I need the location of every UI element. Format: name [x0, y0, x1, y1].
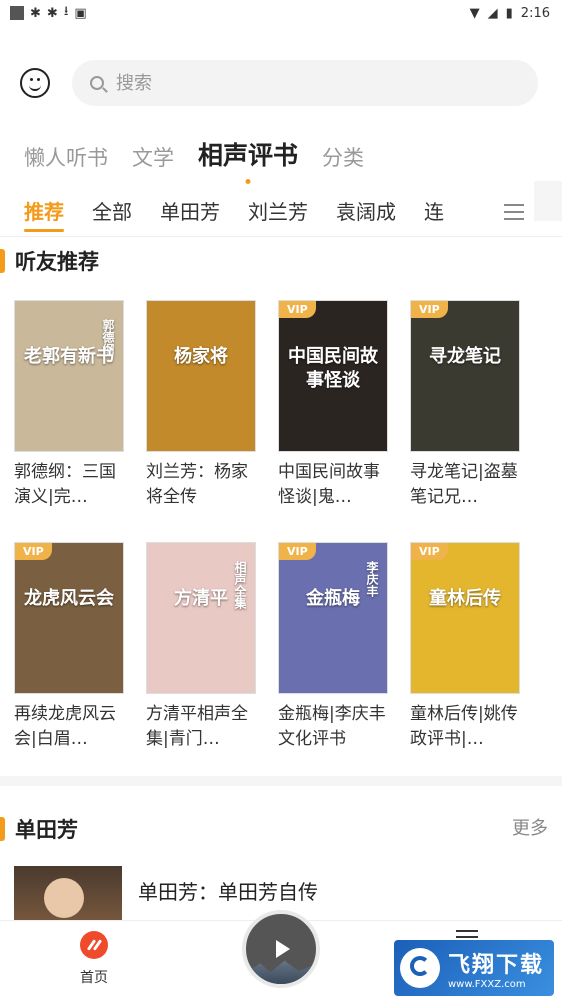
book-card[interactable]: VIP 中国民间故事怪谈中国民间故事怪谈|鬼… — [278, 300, 388, 510]
book-title[interactable]: 童林后传|姚传政评书|… — [410, 702, 522, 752]
watermark-text: 飞翔下载 — [448, 952, 545, 978]
nav-home-label: 首页 — [80, 970, 108, 986]
subtab-recommend[interactable]: 推荐 — [24, 196, 64, 232]
section-divider — [0, 776, 562, 786]
section-header-recommend: 听友推荐 — [0, 246, 99, 276]
book-cover[interactable]: VIP 寻龙笔记 — [410, 300, 520, 452]
cover-title: 老郭有新书 — [24, 346, 114, 367]
book-cover[interactable]: 郭德纲 老郭有新书 — [14, 300, 124, 452]
book-cover[interactable]: 相声全集 方清平 — [146, 542, 256, 694]
book-card[interactable]: 杨家将刘兰芳：杨家将全传 — [146, 300, 256, 510]
cover-title: 杨家将 — [174, 346, 228, 367]
subtab-liulanfang[interactable]: 刘兰芳 — [248, 196, 308, 225]
status-notifications: ✱ ✱ ⭳ ▣ — [0, 2, 87, 24]
watermark: 飞翔下载 www.FXXZ.com — [394, 940, 554, 996]
cover-title: 方清平 — [174, 588, 228, 609]
book-title[interactable]: 刘兰芳：杨家将全传 — [146, 460, 258, 510]
search-icon — [90, 76, 104, 90]
battery-icon: ▮ — [505, 5, 513, 21]
home-icon — [80, 931, 108, 959]
cover-title: 寻龙笔记 — [429, 346, 501, 367]
book-card[interactable]: VIP 童林后传童林后传|姚传政评书|… — [410, 542, 520, 752]
signal-icon: ◢ — [487, 5, 498, 21]
status-system: ▼ ◢ ▮ 2:16 — [470, 6, 562, 21]
list-item-title[interactable]: 单田芳：单田芳自传 — [138, 876, 318, 905]
tab-literature[interactable]: 文学 — [132, 142, 174, 172]
book-cover[interactable]: VIP 龙虎风云会 — [14, 542, 124, 694]
subtab-lian[interactable]: 连 — [424, 196, 444, 225]
subtab-all[interactable]: 全部 — [92, 196, 132, 225]
list-item-cover[interactable] — [14, 866, 122, 926]
search-bar[interactable] — [72, 60, 538, 106]
watermark-logo — [400, 948, 440, 988]
cover-title: 中国民间故事怪谈 — [288, 346, 378, 391]
menu-icon[interactable] — [496, 192, 532, 232]
book-title[interactable]: 金瓶梅|李庆丰文化评书 — [278, 702, 390, 752]
section-title: 听友推荐 — [15, 250, 99, 274]
watermark-url: www.FXXZ.com — [448, 978, 526, 990]
book-title[interactable]: 中国民间故事怪谈|鬼… — [278, 460, 390, 510]
status-bar: ✱ ✱ ⭳ ▣ ▼ ◢ ▮ 2:16 — [0, 0, 562, 26]
book-cover[interactable]: VIP 中国民间故事怪谈 — [278, 300, 388, 452]
divider — [0, 236, 562, 237]
profile-smiley-icon[interactable] — [20, 68, 50, 98]
search-input[interactable] — [114, 71, 498, 95]
cover-title: 龙虎风云会 — [24, 588, 114, 609]
search-row — [0, 60, 562, 106]
book-title[interactable]: 方清平相声全集|青门… — [146, 702, 258, 752]
book-title[interactable]: 寻龙笔记|盗墓笔记兄… — [410, 460, 522, 510]
tab-lanren[interactable]: 懒人听书 — [24, 142, 108, 172]
bug-icon-2: ✱ — [46, 5, 58, 21]
tab-crosstalk[interactable]: 相声评书 — [198, 136, 298, 172]
sub-tabs: 推荐 全部 单田芳 刘兰芳 袁阔成 连 — [0, 192, 562, 232]
vip-badge: VIP — [15, 543, 52, 560]
book-card[interactable]: VIP 李庆丰 金瓶梅金瓶梅|李庆丰文化评书 — [278, 542, 388, 752]
subtab-yuankuocheng[interactable]: 袁阔成 — [336, 196, 396, 225]
subtab-shantianfang[interactable]: 单田芳 — [160, 196, 220, 225]
book-card[interactable]: 相声全集 方清平方清平相声全集|青门… — [146, 542, 256, 752]
section-title: 单田芳 — [15, 818, 78, 842]
book-cover[interactable]: VIP 童林后传 — [410, 542, 520, 694]
book-title[interactable]: 郭德纲：三国演义|完… — [14, 460, 126, 510]
bug-icon: ✱ — [30, 5, 41, 21]
book-cover[interactable]: 杨家将 — [146, 300, 256, 452]
vip-badge: VIP — [411, 543, 448, 560]
download-icon: ⭳ — [63, 4, 69, 19]
more-link[interactable]: 更多 — [512, 814, 548, 840]
vip-badge: VIP — [279, 301, 316, 318]
notification-icon — [10, 6, 24, 20]
status-time: 2:16 — [520, 5, 550, 21]
tab-category[interactable]: 分类 — [322, 142, 364, 172]
app-icon: ▣ — [74, 5, 87, 21]
nav-home[interactable]: 首页 — [62, 931, 126, 987]
cover-title: 童林后传 — [429, 588, 501, 609]
vip-badge: VIP — [279, 543, 316, 560]
vip-badge: VIP — [411, 301, 448, 318]
section-header-shantianfang: 单田芳 — [0, 814, 78, 844]
book-card[interactable]: VIP 寻龙笔记寻龙笔记|盗墓笔记兄… — [410, 300, 520, 510]
cover-title: 金瓶梅 — [306, 588, 360, 609]
book-card[interactable]: 郭德纲 老郭有新书郭德纲：三国演义|完… — [14, 300, 124, 510]
play-button[interactable] — [242, 910, 320, 988]
wifi-icon: ▼ — [469, 5, 480, 21]
book-cover[interactable]: VIP 李庆丰 金瓶梅 — [278, 542, 388, 694]
top-tabs: 懒人听书 文学 相声评书 分类 — [24, 136, 364, 172]
play-icon — [276, 940, 290, 958]
book-card[interactable]: VIP 龙虎风云会再续龙虎风云会|白眉… — [14, 542, 124, 752]
book-title[interactable]: 再续龙虎风云会|白眉… — [14, 702, 126, 752]
